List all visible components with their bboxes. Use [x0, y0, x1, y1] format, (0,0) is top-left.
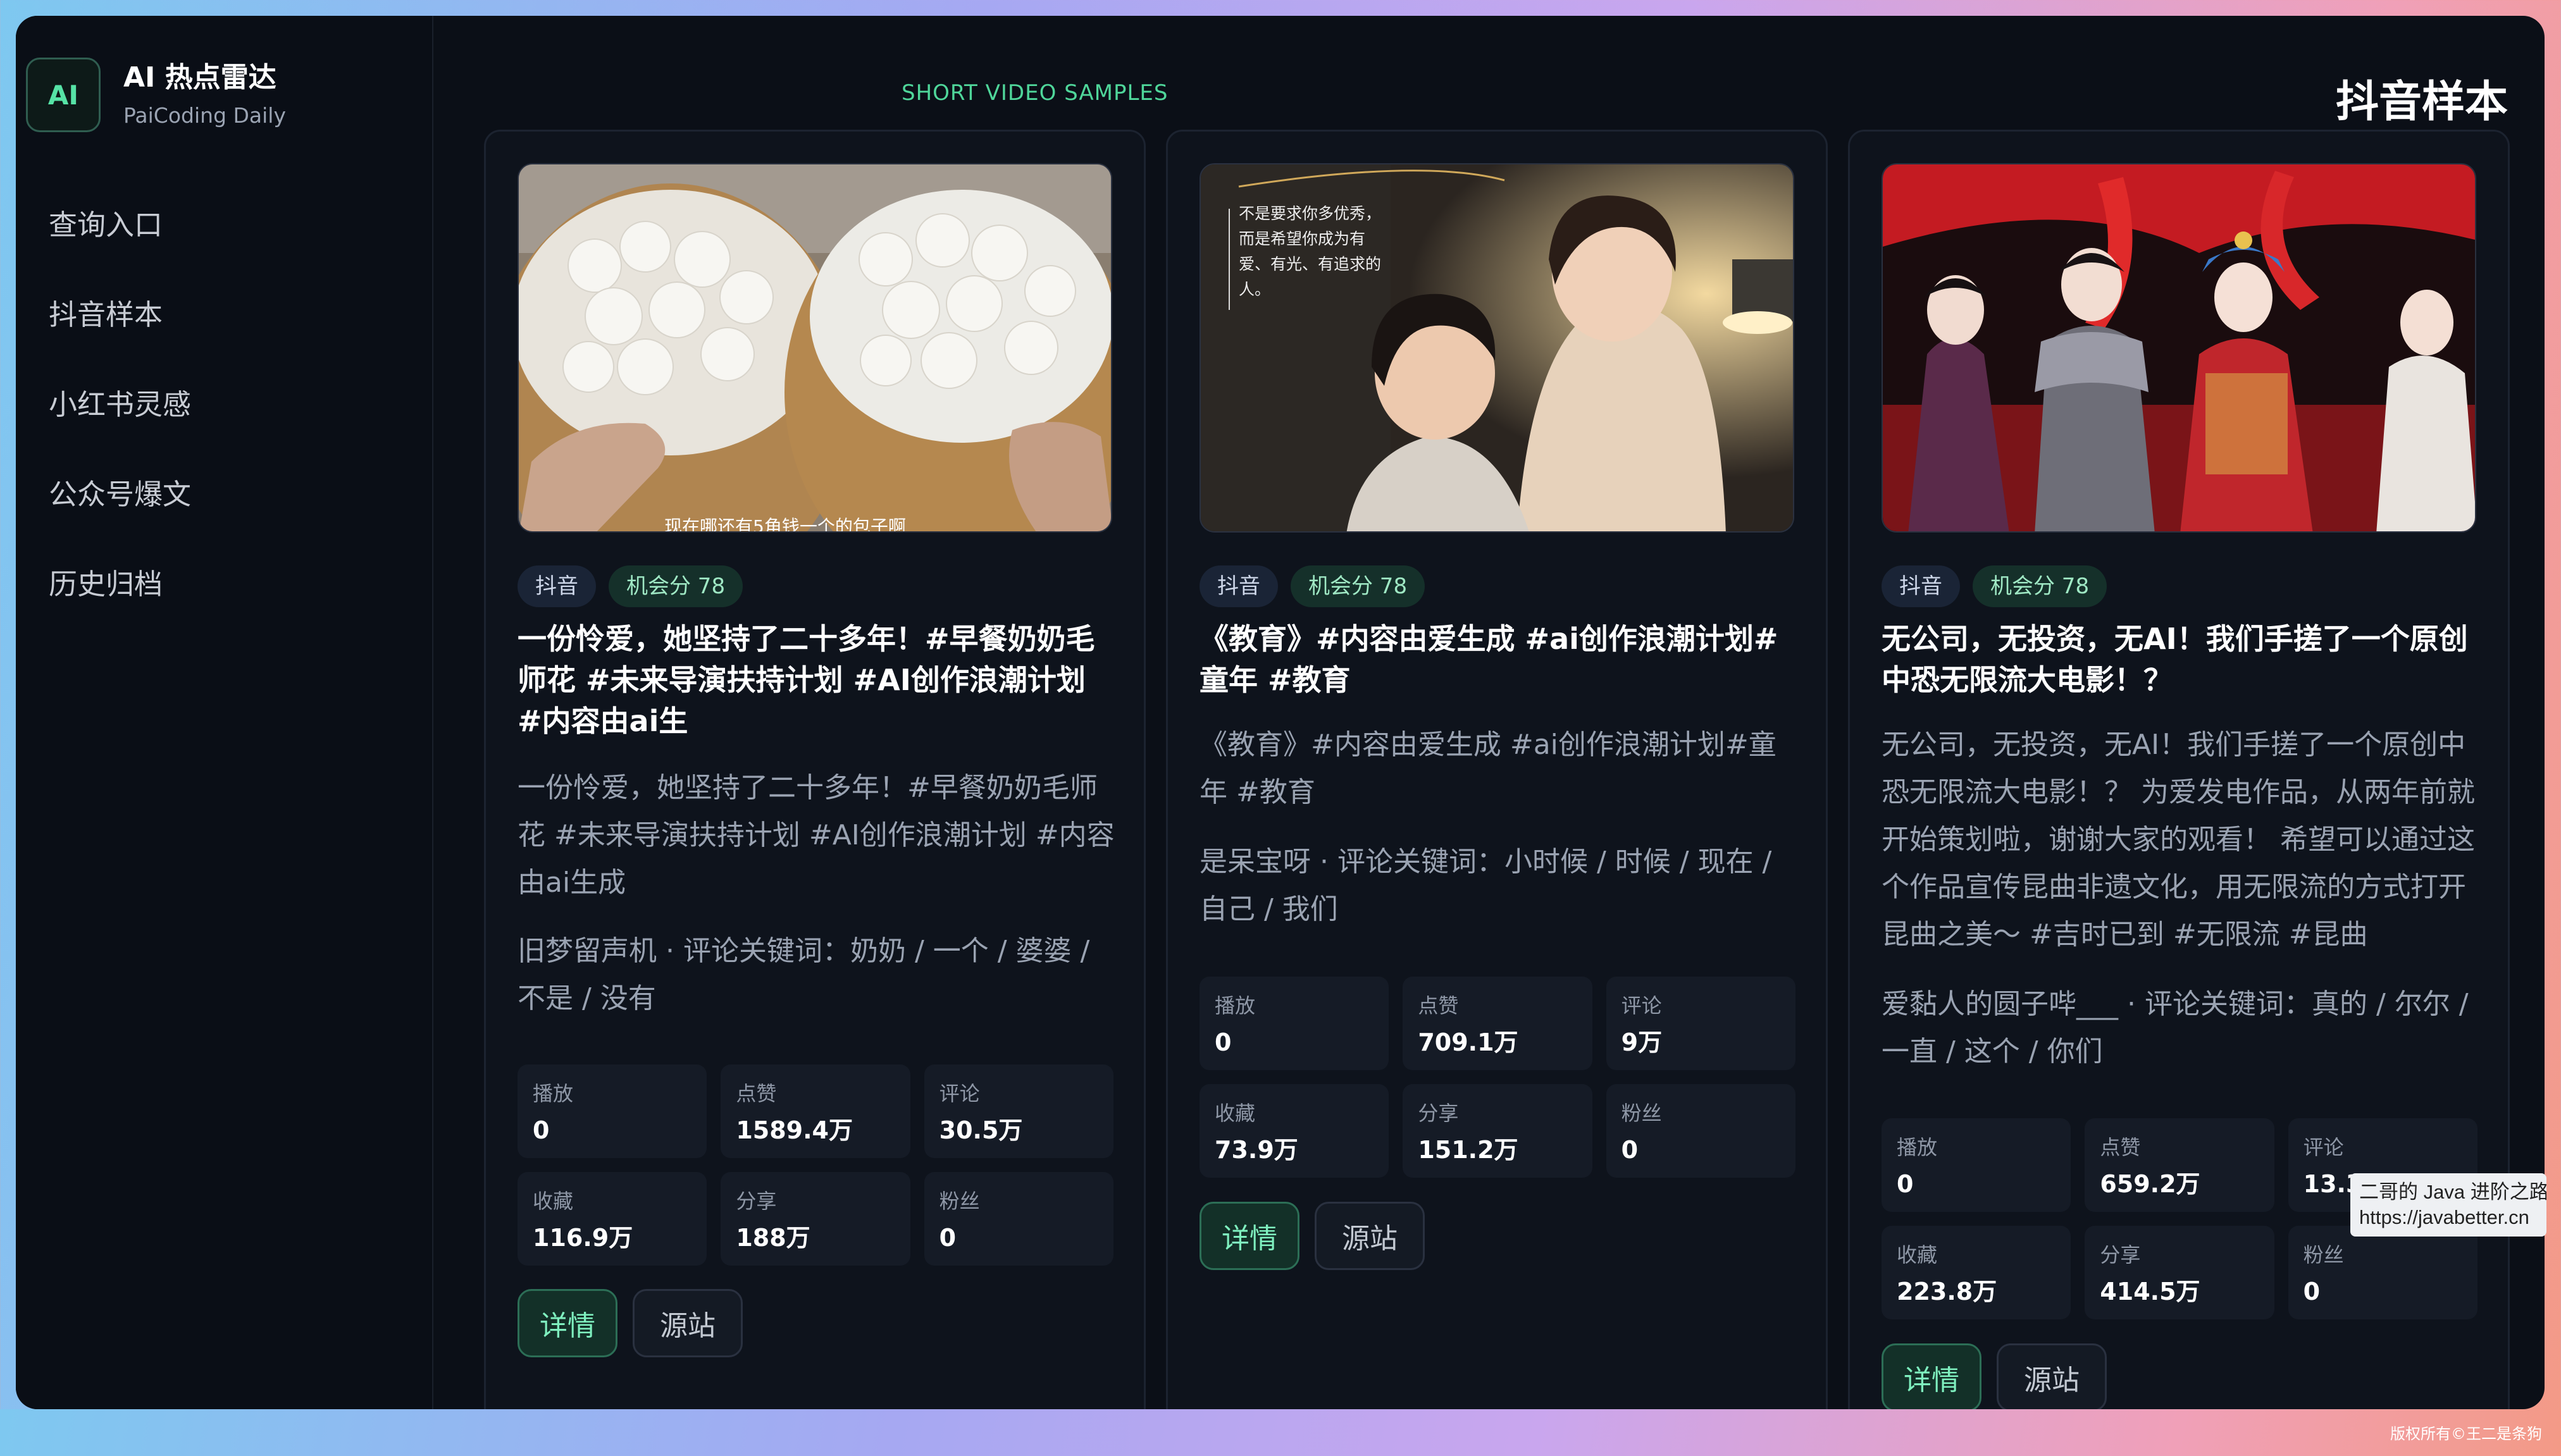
- sidebar-nav: 查询入口 抖音样本 小红书灵感 公众号爆文 历史归档: [49, 206, 191, 655]
- stat-favorites: 收藏 73.9万: [1200, 1084, 1389, 1178]
- video-card: 抖音 机会分 78 无公司，无投资，无AI！我们手搓了一个原创中恐无限流大电影！…: [1848, 130, 2510, 1456]
- tag-row: 抖音 机会分 78: [1200, 565, 1425, 607]
- sidebar-item-wechat[interactable]: 公众号爆文: [49, 475, 191, 565]
- stat-followers: 粉丝 0: [2288, 1226, 2477, 1319]
- card-actions: 详情 源站: [518, 1289, 743, 1357]
- platform-tag: 抖音: [1200, 565, 1278, 607]
- card-actions: 详情 源站: [1882, 1343, 2107, 1412]
- stats-grid: 播放 0 点赞 709.1万 评论 9万 收藏 73.9万 分享 151.2万 粉丝 0: [1200, 977, 1795, 1178]
- stat-shares: 分享 414.5万: [2085, 1226, 2274, 1319]
- copyright-text: 版权所有©王二是条狗: [2390, 1425, 2542, 1443]
- stat-favorites: 收藏 223.8万: [1882, 1226, 2071, 1319]
- video-thumbnail[interactable]: 现在哪还有5角钱一个的包子啊: [518, 163, 1112, 533]
- stat-followers: 粉丝 0: [924, 1172, 1113, 1266]
- sidebar-item-douyin[interactable]: 抖音样本: [49, 295, 191, 385]
- desktop-background: [0, 1409, 2561, 1456]
- sidebar-item-query[interactable]: 查询入口: [49, 206, 191, 295]
- score-tag: 机会分 78: [609, 565, 743, 607]
- stat-likes: 点赞 709.1万: [1403, 977, 1592, 1070]
- stat-likes: 点赞 1589.4万: [721, 1064, 910, 1158]
- sidebar-item-archive[interactable]: 历史归档: [49, 565, 191, 655]
- stat-comments: 评论 30.5万: [924, 1064, 1113, 1158]
- card-actions: 详情 源站: [1200, 1202, 1425, 1270]
- score-tag: 机会分 78: [1973, 565, 2107, 607]
- score-tag: 机会分 78: [1291, 565, 1425, 607]
- page-title: 抖音样本: [2335, 77, 2508, 127]
- video-card: 现在哪还有5角钱一个的包子啊 抖音 机会分 78 一份怜爱，她坚持了二十多年！#…: [484, 130, 1146, 1456]
- stat-play: 播放 0: [518, 1064, 707, 1158]
- sidebar: AI AI 热点雷达 PaiCoding Daily 查询入口 抖音样本 小红书…: [16, 16, 433, 1409]
- detail-button[interactable]: 详情: [1882, 1343, 1981, 1412]
- stat-shares: 分享 151.2万: [1403, 1084, 1592, 1178]
- card-title: 无公司，无投资，无AI！我们手搓了一个原创中恐无限流大电影！？: [1882, 622, 2468, 697]
- tag-row: 抖音 机会分 78: [518, 565, 743, 607]
- opera-costume-image: [1883, 164, 2475, 531]
- source-button[interactable]: 源站: [1997, 1343, 2107, 1412]
- stat-play: 播放 0: [1882, 1118, 2071, 1212]
- source-button[interactable]: 源站: [633, 1289, 743, 1357]
- card-description: 无公司，无投资，无AI！我们手搓了一个原创中恐无限流大电影！？ 为爱发电作品，从…: [1882, 729, 2475, 951]
- card-description: 《教育》#内容由爱生成 #ai创作浪潮计划#童年 #教育: [1200, 729, 1777, 808]
- card-meta: 爱黏人的圆子哔___ · 评论关键词：真的 / 尔尔 / 一直 / 这个 / 你…: [1882, 988, 2469, 1068]
- section-kicker: SHORT VIDEO SAMPLES: [902, 80, 1169, 106]
- brand: AI AI 热点雷达 PaiCoding Daily: [26, 58, 286, 132]
- video-card: 不是要求你多优秀，而是希望你成为有爱、有光、有追求的人。 抖音 机会分 78 《…: [1166, 130, 1828, 1456]
- card-meta: 旧梦留声机 · 评论关键词：奶奶 / 一个 / 婆婆 / 不是 / 没有: [518, 935, 1090, 1015]
- stat-comments: 评论 9万: [1606, 977, 1795, 1070]
- stat-shares: 分享 188万: [721, 1172, 910, 1266]
- stat-likes: 点赞 659.2万: [2085, 1118, 2274, 1212]
- card-title: 一份怜爱，她坚持了二十多年！#早餐奶奶毛师花 #未来导演扶持计划 #AI创作浪潮…: [518, 622, 1095, 738]
- video-thumbnail[interactable]: [1882, 163, 2476, 533]
- detail-button[interactable]: 详情: [518, 1289, 617, 1357]
- brand-subtitle: PaiCoding Daily: [123, 103, 287, 128]
- brand-title: AI 热点雷达: [123, 61, 276, 94]
- card-title: 《教育》#内容由爱生成 #ai创作浪潮计划#童年 #教育: [1200, 622, 1778, 697]
- stats-grid: 播放 0 点赞 1589.4万 评论 30.5万 收藏 116.9万 分享 188万 粉丝…: [518, 1064, 1113, 1266]
- sidebar-item-xiaohongshu[interactable]: 小红书灵感: [49, 385, 191, 475]
- platform-tag: 抖音: [518, 565, 596, 607]
- logo-icon: AI: [26, 58, 101, 132]
- watermark-tooltip: 二哥的 Java 进阶之路 https://javabetter.cn: [2350, 1173, 2546, 1237]
- stat-play: 播放 0: [1200, 977, 1389, 1070]
- stat-favorites: 收藏 116.9万: [518, 1172, 707, 1266]
- tag-row: 抖音 机会分 78: [1882, 565, 2107, 607]
- video-thumbnail[interactable]: 不是要求你多优秀，而是希望你成为有爱、有光、有追求的人。: [1200, 163, 1794, 533]
- card-meta: 是呆宝呀 · 评论关键词：小时候 / 时候 / 现在 / 自己 / 我们: [1200, 846, 1772, 925]
- stat-followers: 粉丝 0: [1606, 1084, 1795, 1178]
- mother-child-image: 不是要求你多优秀，而是希望你成为有爱、有光、有追求的人。: [1201, 164, 1793, 531]
- steamed-buns-image: 现在哪还有5角钱一个的包子啊: [519, 164, 1111, 533]
- card-description: 一份怜爱，她坚持了二十多年！#早餐奶奶毛师花 #未来导演扶持计划 #AI创作浪潮…: [518, 772, 1115, 899]
- source-button[interactable]: 源站: [1315, 1202, 1425, 1270]
- platform-tag: 抖音: [1882, 565, 1960, 607]
- detail-button[interactable]: 详情: [1200, 1202, 1299, 1270]
- svg-text:现在哪还有5角钱一个的包子啊: 现在哪还有5角钱一个的包子啊: [664, 516, 906, 533]
